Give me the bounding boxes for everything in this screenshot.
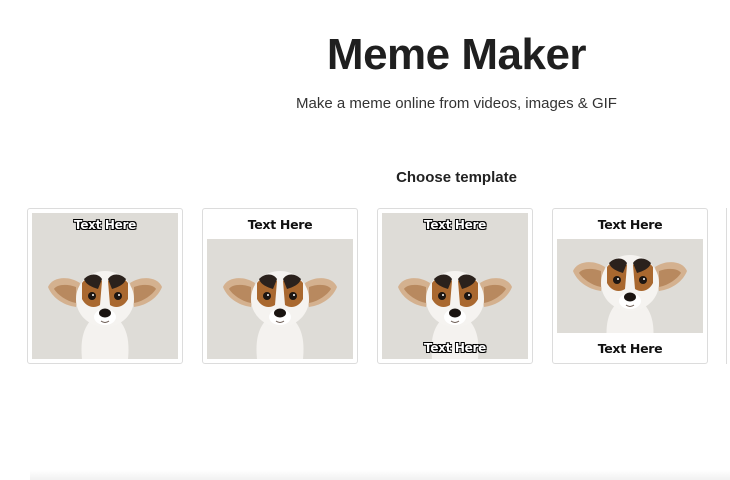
meme-top-text: Text Here xyxy=(424,218,486,232)
template-carousel[interactable]: Text Here Text Here Text Here Text Here … xyxy=(27,208,730,366)
page-subtitle: Make a meme online from videos, images &… xyxy=(296,95,617,112)
dog-icon xyxy=(47,270,163,359)
page-title: Meme Maker xyxy=(326,30,587,79)
template-card-overlay-top[interactable]: Text Here xyxy=(27,208,183,364)
caption-top-text: Text Here xyxy=(247,217,313,232)
dog-icon xyxy=(572,254,688,333)
meme-top-text: Text Here xyxy=(74,218,136,232)
dog-photo xyxy=(32,213,178,359)
dog-photo xyxy=(382,213,528,359)
dog-icon xyxy=(222,270,338,359)
caption-bottom-text: Text Here xyxy=(597,341,663,356)
meme-bottom-text: Text Here xyxy=(424,341,486,355)
template-card-caption-top-bottom[interactable]: Text Here Text Here xyxy=(552,208,708,364)
caption-top-text: Text Here xyxy=(597,217,663,232)
choose-template-heading: Choose template xyxy=(396,169,517,186)
template-card-caption-top[interactable]: Text Here xyxy=(202,208,358,364)
section-divider xyxy=(30,470,730,480)
dog-photo xyxy=(207,239,353,359)
template-card-overlay-top-bottom[interactable]: Text Here Text Here xyxy=(377,208,533,364)
template-card-partial[interactable] xyxy=(726,208,730,364)
dog-photo xyxy=(557,239,703,333)
